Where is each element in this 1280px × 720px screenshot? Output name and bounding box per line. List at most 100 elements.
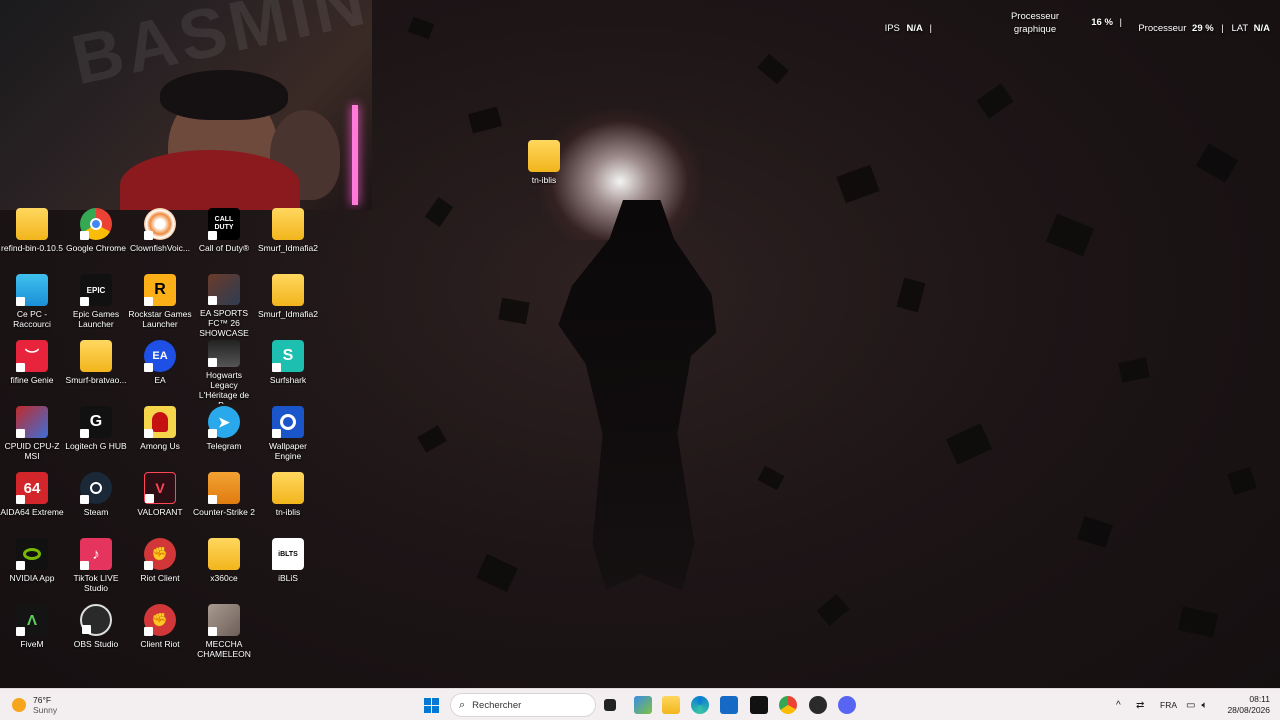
desktop-icon-label: Ce PC - Raccourci <box>13 309 51 329</box>
ea-fc-icon <box>208 274 240 306</box>
taskbar-search[interactable]: ⌕ Rechercher <box>450 693 596 717</box>
counter-strike-icon <box>208 472 240 504</box>
wallpaper-character <box>558 200 717 590</box>
desktop-icon[interactable]: NVIDIA App <box>0 538 64 602</box>
desktop-icon[interactable]: iBLTS iBLiS <box>256 538 320 602</box>
clock[interactable]: 08:11 28/08/2026 <box>1222 689 1270 720</box>
start-button[interactable] <box>424 689 439 720</box>
desktop-icon[interactable]: R Rockstar Games Launcher <box>128 274 192 338</box>
among-us-icon <box>144 406 176 438</box>
desktop-icon[interactable]: ➤ Telegram <box>192 406 256 470</box>
weather-widget[interactable]: 76°F Sunny <box>12 689 57 720</box>
taskbar-app[interactable] <box>662 689 680 720</box>
taskbar-app[interactable] <box>634 689 652 720</box>
cpu-value: 29 % <box>1192 23 1214 34</box>
widgets-icon <box>634 696 652 714</box>
desktop-icon-label: x360ce <box>210 573 238 583</box>
desktop-icon[interactable]: EA SPORTS FC™ 26 SHOWCASE <box>192 274 256 338</box>
desktop-icon[interactable]: tn-iblis <box>256 472 320 536</box>
desktop-icon[interactable]: Wallpaper Engine <box>256 406 320 470</box>
logitech-icon: G <box>80 406 112 438</box>
fifine-icon: ︶ <box>16 340 48 372</box>
desktop-icon[interactable]: ︶ fifine Genie <box>0 340 64 404</box>
desktop-icon[interactable]: Steam <box>64 472 128 536</box>
desktop-icon[interactable]: ✊ Client Riot <box>128 604 192 668</box>
taskbar-app[interactable] <box>750 689 768 720</box>
desktop-icon[interactable]: S Surfshark <box>256 340 320 404</box>
desktop-icon[interactable]: ✊ Riot Client <box>128 538 192 602</box>
desktop-icon[interactable]: EPIC Epic Games Launcher <box>64 274 128 338</box>
desktop-icon[interactable]: Among Us <box>128 406 192 470</box>
search-placeholder: Rechercher <box>472 699 522 711</box>
ips-label: IPS <box>884 23 900 34</box>
latency-label: LAT <box>1231 23 1248 34</box>
desktop-icon-label: Riot Client <box>140 573 180 583</box>
desktop-icon-label: CPUID CPU-Z MSI <box>4 441 60 461</box>
search-icon: ⌕ <box>459 698 466 711</box>
epic-games-icon: EPIC <box>80 274 112 306</box>
taskbar-app[interactable] <box>809 689 827 720</box>
language-indicator[interactable]: FRA <box>1160 689 1177 720</box>
desktop-icon-label: Smurf_Idmafia2 <box>258 309 318 319</box>
desktop-icon[interactable]: G Logitech G HUB <box>64 406 128 470</box>
sun-icon <box>12 698 26 712</box>
chrome-icon <box>80 208 112 240</box>
desktop-icon-label: Among Us <box>140 441 180 451</box>
desktop-icon-tn-iblis-floating[interactable]: tn-iblis <box>512 140 576 204</box>
desktop-icon-label: Google Chrome <box>65 243 126 253</box>
desktop-icon[interactable]: refind-bin-0.10.5 <box>0 208 64 272</box>
taskbar-app[interactable] <box>838 689 856 720</box>
quick-settings[interactable]: ▭ 🔈︎ <box>1186 689 1207 720</box>
riot-icon: ✊ <box>144 538 176 570</box>
desktop-icon-label: Rockstar Games Launcher <box>128 309 192 329</box>
desktop-icon[interactable]: Smurf_Idmafia2 <box>256 274 320 338</box>
nvidia-icon <box>16 538 48 570</box>
desktop-icon[interactable]: Hogwarts Legacy L'Héritage de P... <box>192 340 256 404</box>
webcam-overlay: BASMIN <box>0 0 372 210</box>
tray-app[interactable]: ⇄ <box>1136 689 1144 720</box>
desktop-icon[interactable]: Λ FiveM <box>0 604 64 668</box>
desktop-icon[interactable]: CALL DUTY Call of Duty® <box>192 208 256 272</box>
desktop-icon[interactable]: V VALORANT <box>128 472 192 536</box>
telegram-icon: ➤ <box>208 406 240 438</box>
desktop-icon-label: refind-bin-0.10.5 <box>1 243 63 253</box>
desktop-icon-label: OBS Studio <box>73 639 119 649</box>
desktop-icon[interactable]: ClownfishVoic... <box>128 208 192 272</box>
clock-date: 28/08/2026 <box>1227 705 1270 715</box>
taskbar-app[interactable] <box>691 689 709 720</box>
desktop-icon[interactable]: ♪ TikTok LIVE Studio <box>64 538 128 602</box>
iblis-icon: iBLTS <box>272 538 304 570</box>
desktop-icon-label: ClownfishVoic... <box>130 243 190 253</box>
surfshark-icon: S <box>272 340 304 372</box>
desktop-icon-label: Epic Games Launcher <box>72 309 120 329</box>
taskbar-app[interactable] <box>779 689 797 720</box>
desktop-icon[interactable]: Google Chrome <box>64 208 128 272</box>
language-label: FRA <box>1160 700 1177 710</box>
rockstar-icon: R <box>144 274 176 306</box>
desktop-icon-label: EA SPORTS FC™ 26 SHOWCASE <box>199 308 249 338</box>
clownfish-icon <box>144 208 176 240</box>
show-hidden-icons-button[interactable]: ^ <box>1116 689 1121 720</box>
volume-icon: 🔈︎ <box>1201 699 1208 711</box>
desktop-icon[interactable]: x360ce <box>192 538 256 602</box>
desktop-icon-label: Call of Duty® <box>198 243 250 253</box>
desktop-icon[interactable]: Ce PC - Raccourci <box>0 274 64 338</box>
ea-icon: EA <box>144 340 176 372</box>
monitor-icon: ▭ <box>1186 699 1196 711</box>
task-view-button[interactable] <box>604 689 616 720</box>
wallpaper-engine-icon <box>272 406 304 438</box>
desktop-icon[interactable]: Counter-Strike 2 <box>192 472 256 536</box>
desktop-icon-label: NVIDIA App <box>9 573 55 583</box>
desktop-icon[interactable]: CPUID CPU-Z MSI <box>0 406 64 470</box>
desktop-icon[interactable]: EA EA <box>128 340 192 404</box>
desktop-icon[interactable]: 64 AIDA64 Extreme <box>0 472 64 536</box>
call-of-duty-icon: CALL DUTY <box>208 208 240 240</box>
taskbar-app[interactable] <box>720 689 738 720</box>
weather-temperature: 76°F <box>33 695 52 705</box>
gpu-label-line2: graphique <box>1013 24 1057 35</box>
desktop-icon[interactable]: MECCHA CHAMELEON <box>192 604 256 668</box>
desktop-icon[interactable]: Smurf_Idmafia2 <box>256 208 320 272</box>
desktop-icon[interactable]: OBS Studio <box>64 604 128 668</box>
desktop-icon-label: Telegram <box>206 441 242 451</box>
desktop-icon[interactable]: Smurf-bratvao... <box>64 340 128 404</box>
